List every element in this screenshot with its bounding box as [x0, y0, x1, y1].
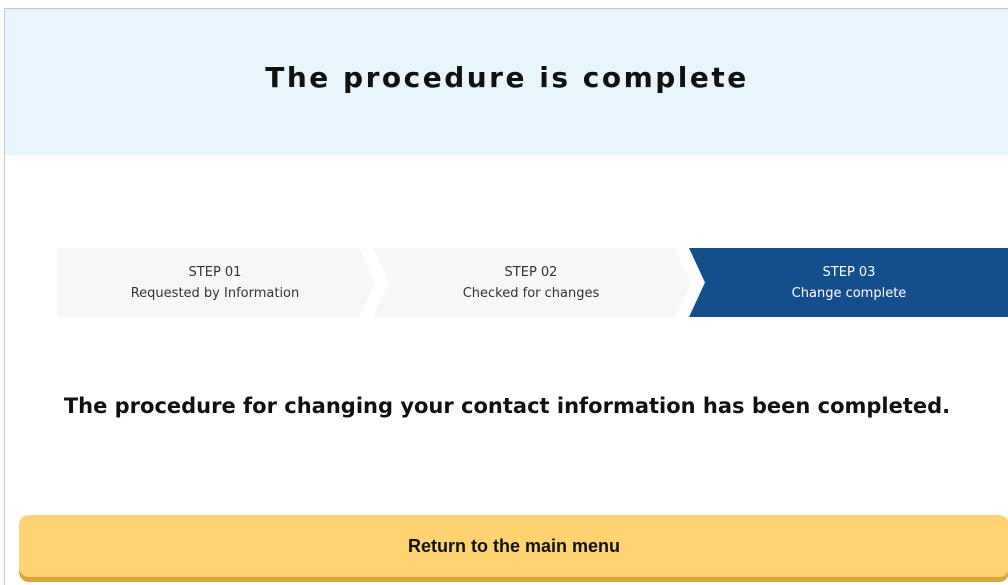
step-01-label: Requested by Information: [130, 285, 300, 301]
step-03-number: STEP 03: [822, 264, 876, 280]
step-03-label: Change complete: [791, 285, 907, 301]
return-to-main-menu-button[interactable]: Return to the main menu: [19, 515, 1008, 577]
page-title: The procedure is complete: [265, 61, 749, 94]
step-progress-indicator: STEP 01 Requested by Information STEP 02…: [57, 248, 1008, 317]
step-02-label: Checked for changes: [462, 285, 600, 301]
page-frame: The procedure is complete STEP 01 Reques…: [4, 8, 1008, 585]
step-01: STEP 01 Requested by Information: [57, 248, 373, 317]
step-02-number: STEP 02: [504, 264, 558, 280]
page-header: The procedure is complete: [5, 9, 1008, 155]
step-02: STEP 02 Checked for changes: [373, 248, 689, 317]
step-01-number: STEP 01: [188, 264, 242, 280]
completion-message: The procedure for changing your contact …: [63, 394, 951, 418]
step-03-current: STEP 03 Change complete: [689, 248, 1008, 317]
